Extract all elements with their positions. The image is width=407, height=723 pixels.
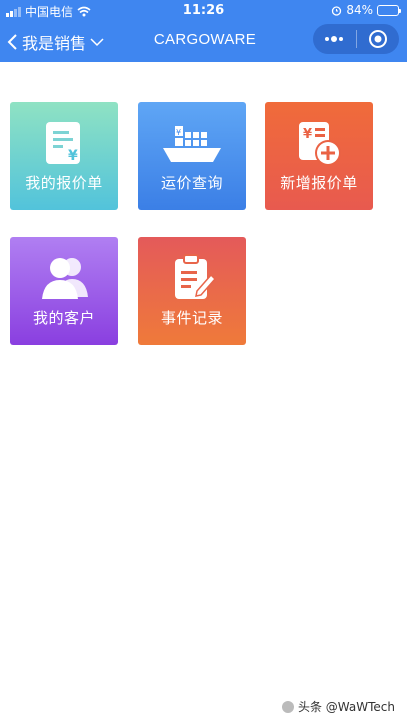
close-button[interactable] xyxy=(357,24,400,54)
status-bar: 中国电信 11:26 84% xyxy=(0,0,407,22)
svg-text:¥: ¥ xyxy=(68,148,78,164)
cargo-ship-icon: ¥ xyxy=(138,118,246,168)
tile-my-quotes[interactable]: ¥ 我的报价单 xyxy=(10,102,118,210)
tile-my-customers[interactable]: 我的客户 xyxy=(10,237,118,345)
battery-icon xyxy=(377,4,401,16)
tile-freight-rate-query[interactable]: ¥ 运价查询 xyxy=(138,102,246,210)
role-switcher-label[interactable]: 我是销售 xyxy=(22,30,86,54)
watermark-text: 头条 @WaWTech xyxy=(297,700,395,714)
more-dots-icon xyxy=(325,36,344,42)
watermark-logo-icon xyxy=(281,700,294,713)
more-button[interactable] xyxy=(313,24,356,54)
tile-new-quote[interactable]: ¥ 新增报价单 xyxy=(265,102,373,210)
page-title: CARGOWARE xyxy=(153,31,257,48)
tile-label: 新增报价单 xyxy=(280,174,358,192)
svg-text:¥: ¥ xyxy=(176,128,181,137)
watermark: 头条 @WaWTech xyxy=(281,698,395,715)
target-circle-icon xyxy=(368,30,387,48)
tile-event-log[interactable]: 事件记录 xyxy=(138,237,246,345)
back-button[interactable]: 我是销售 xyxy=(6,30,104,54)
chevron-left-icon xyxy=(7,34,17,50)
navigation-bar: 我是销售 CARGOWARE xyxy=(0,22,407,60)
customers-icon xyxy=(10,253,118,303)
tile-label: 事件记录 xyxy=(160,309,223,327)
app-header: 中国电信 11:26 84% 我是销售 CARGOWARE xyxy=(0,0,407,62)
svg-text:¥: ¥ xyxy=(303,127,312,142)
quote-document-icon: ¥ xyxy=(10,118,118,168)
clipboard-edit-icon xyxy=(138,253,246,303)
tile-label: 我的报价单 xyxy=(25,174,103,192)
tile-label: 我的客户 xyxy=(32,309,95,327)
mini-program-capsule xyxy=(313,24,399,54)
chevron-down-icon[interactable] xyxy=(90,37,104,47)
alarm-icon xyxy=(332,5,342,16)
add-quote-icon: ¥ xyxy=(265,118,373,168)
battery-percent: 84% xyxy=(346,3,373,17)
status-right: 84% xyxy=(331,3,401,17)
tile-label: 运价查询 xyxy=(160,174,223,192)
